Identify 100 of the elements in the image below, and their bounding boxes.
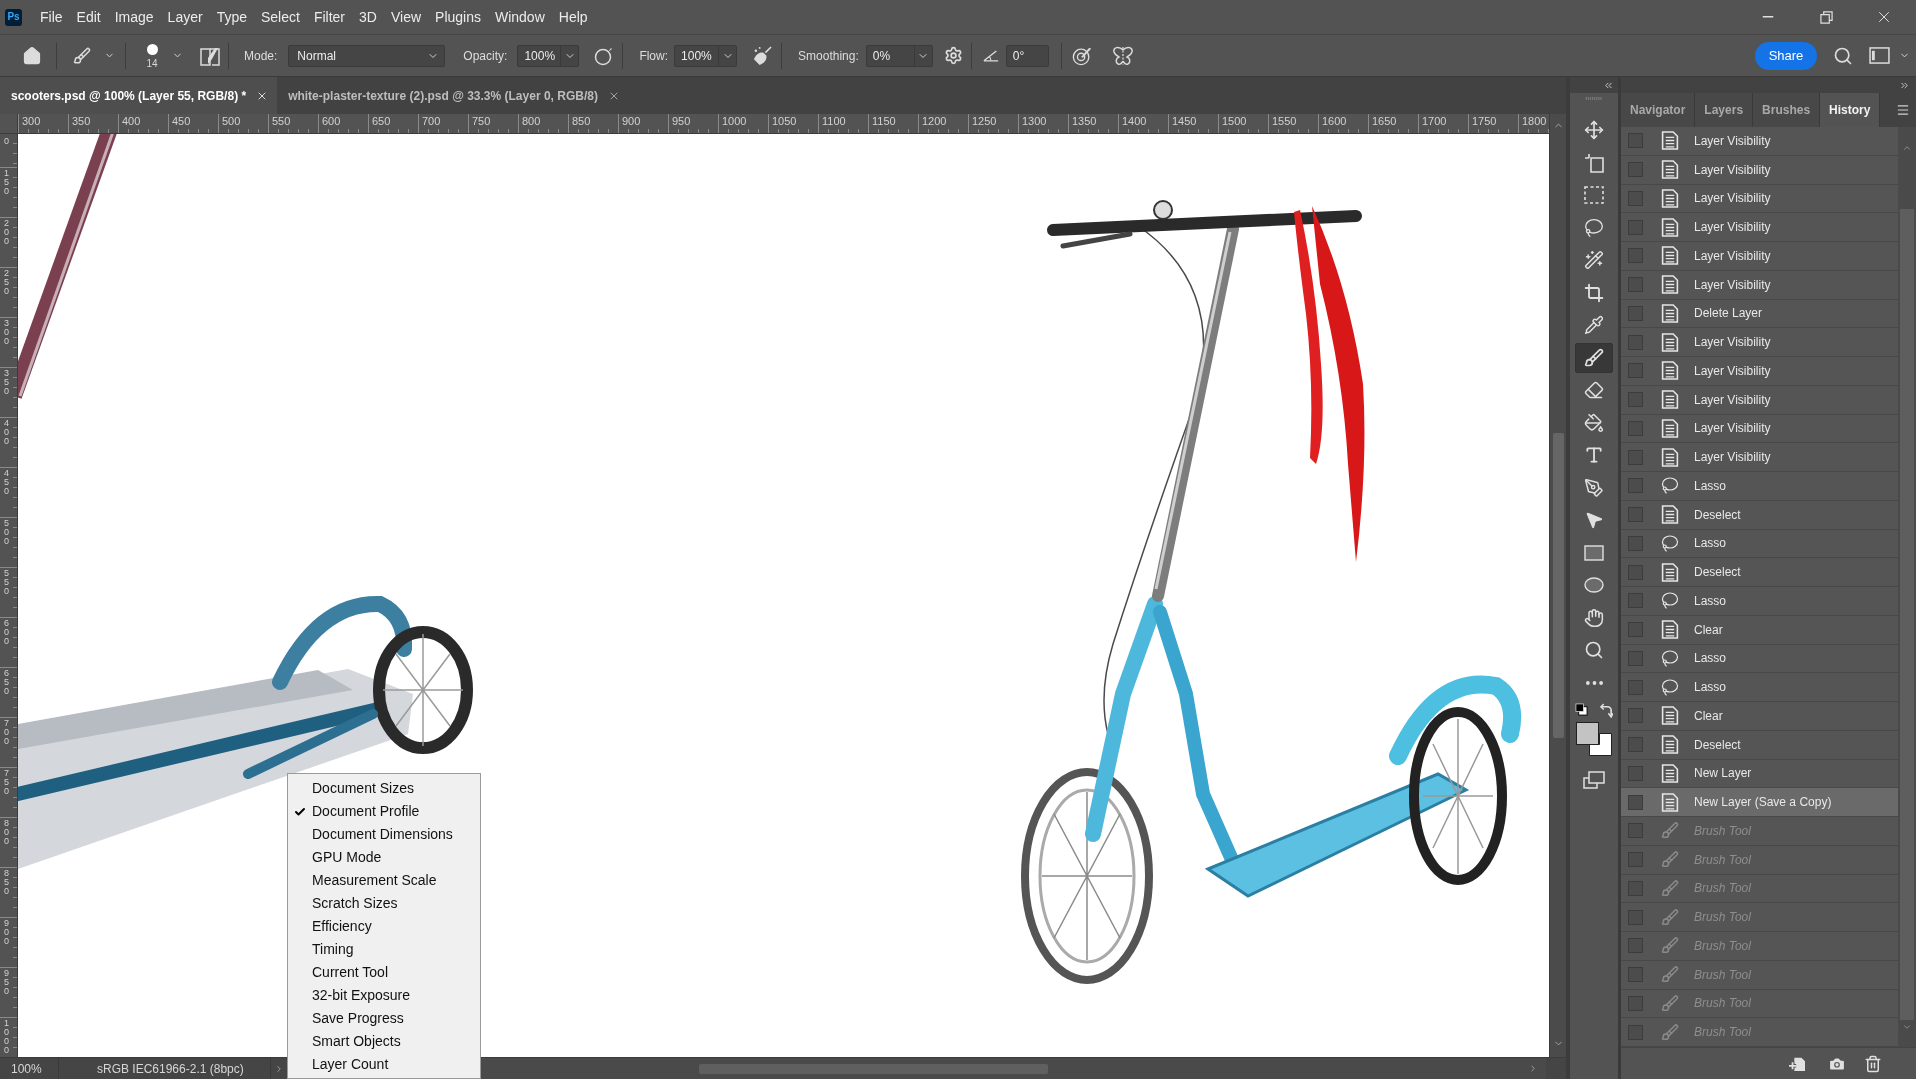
ruler-label: 1050 — [772, 115, 797, 128]
panel-tab[interactable]: Navigator — [1621, 93, 1696, 127]
settings-icon[interactable] — [943, 46, 963, 65]
menu-item[interactable]: Scratch Sizes — [288, 892, 480, 915]
ruler-label: 800 — [522, 115, 541, 128]
scrollbar-thumb[interactable] — [1552, 433, 1564, 738]
lasso-icon — [1661, 533, 1679, 553]
document-icon — [1661, 303, 1679, 323]
menu-item[interactable]: View — [383, 3, 429, 31]
menu-item[interactable]: Document Profile — [288, 800, 480, 823]
ruler-label: 850 — [4, 869, 9, 896]
mode-dropdown[interactable]: Normal — [288, 44, 446, 67]
menu-item[interactable]: File — [33, 3, 70, 31]
pressure-size-icon[interactable] — [1071, 45, 1092, 66]
airbrush-icon[interactable] — [752, 46, 774, 65]
workspace-icon[interactable] — [1869, 47, 1890, 64]
search-icon[interactable] — [1833, 45, 1853, 66]
ruler-label: 1450 — [1172, 115, 1197, 128]
document-icon — [1661, 246, 1679, 266]
menu-item[interactable]: Document Dimensions — [288, 823, 480, 846]
history-label: Layer Visibility — [1694, 161, 1771, 179]
menu-item[interactable]: Save Progress — [288, 1007, 480, 1030]
angle-field[interactable]: 0° — [1005, 44, 1049, 67]
swap-colors-icon[interactable] — [1600, 703, 1613, 718]
new-document-icon[interactable] — [1788, 1055, 1806, 1072]
background-color-swatch[interactable] — [1589, 733, 1612, 756]
menu-item[interactable]: Measurement Scale — [288, 869, 480, 892]
home-icon[interactable] — [22, 45, 42, 66]
ruler-label: 750 — [4, 769, 9, 796]
menu-item[interactable]: 32-bit Exposure — [288, 984, 480, 1007]
scroll-up-icon[interactable] — [1552, 120, 1564, 131]
menu-item[interactable]: Layer — [160, 3, 210, 31]
move-arrows-icon — [1584, 120, 1604, 141]
ellipsis-icon — [1585, 680, 1603, 685]
brush-icon — [1661, 850, 1679, 870]
smoothing-field[interactable]: 0% — [865, 44, 933, 67]
panel-tab[interactable]: Layers — [1695, 93, 1754, 127]
brush-icon — [1661, 1022, 1679, 1042]
ruler-label: 450 — [172, 115, 191, 128]
panel-tab[interactable]: Brushes — [1753, 93, 1821, 127]
menu-item[interactable]: Layer Count — [288, 1053, 480, 1076]
brush-tip-icon[interactable] — [146, 43, 158, 55]
menu-item[interactable]: Edit — [69, 3, 108, 31]
history-label: Layer Visibility — [1694, 219, 1771, 237]
tool-button[interactable] — [1575, 342, 1613, 373]
opacity-field[interactable]: 100% — [517, 44, 580, 67]
pressure-opacity-icon[interactable] — [594, 45, 615, 66]
menu-item[interactable]: 3D — [352, 3, 384, 31]
document-tab[interactable]: scooters.psd @ 100% (Layer 55, RGB/8) * — [0, 77, 278, 114]
menu-item[interactable]: Smart Objects — [288, 1030, 480, 1053]
history-label: Layer Visibility — [1694, 391, 1771, 409]
default-colors-icon[interactable] — [1575, 703, 1588, 716]
menu-item[interactable]: Type — [209, 3, 254, 31]
menu-item[interactable]: Select — [254, 3, 307, 31]
ruler-label: 1200 — [922, 115, 947, 128]
scroll-down-icon[interactable] — [1902, 1022, 1912, 1032]
snapshot-source-box[interactable] — [1628, 794, 1643, 810]
ruler-label: 950 — [4, 969, 9, 996]
scroll-up-icon[interactable] — [1902, 143, 1912, 153]
ruler-label: 1150 — [872, 115, 896, 128]
flow-field[interactable]: 100% — [674, 44, 738, 67]
app-logo: Ps — [5, 8, 22, 26]
search-icon — [1584, 640, 1604, 661]
ruler-label: 1000 — [722, 115, 747, 128]
foreground-color-swatch[interactable] — [1576, 722, 1599, 745]
brush-settings-icon[interactable] — [200, 45, 220, 66]
share-button[interactable]: Share — [1755, 41, 1817, 70]
trash-icon[interactable] — [1864, 1054, 1882, 1073]
ruler-label: 900 — [622, 115, 641, 128]
ellipse-icon — [1584, 575, 1604, 596]
history-label: Lasso — [1694, 535, 1727, 553]
history-label: Layer Visibility — [1694, 132, 1771, 150]
menu-item[interactable]: GPU Mode — [288, 846, 480, 869]
ruler-label: 1250 — [972, 115, 997, 128]
panel-tab[interactable]: History — [1820, 93, 1881, 127]
history-label: Deselect — [1694, 564, 1741, 582]
document-icon — [1661, 160, 1679, 180]
menu-item[interactable]: Current Tool — [288, 961, 480, 984]
menu-item[interactable]: Filter — [306, 3, 353, 31]
menu-icon[interactable] — [1896, 103, 1910, 117]
butterfly-icon[interactable] — [1111, 45, 1134, 66]
ruler-label: 1800 — [1522, 115, 1547, 128]
menu-item[interactable]: Plugins — [428, 3, 488, 31]
menu-item[interactable]: Timing — [288, 938, 480, 961]
menu-item[interactable]: Image — [107, 3, 161, 31]
menu-item[interactable]: Window — [487, 3, 552, 31]
ruler-label: 0 — [4, 137, 9, 146]
scroll-right-icon[interactable] — [1528, 1063, 1538, 1074]
history-item[interactable]: New Layer (Save a Copy) — [1621, 788, 1898, 817]
history-label: Brush Tool — [1694, 880, 1751, 898]
brush-icon[interactable] — [73, 46, 91, 65]
history-label: Layer Visibility — [1694, 334, 1771, 352]
dashed-rectangle-icon — [1584, 185, 1604, 206]
screen-mode-icon[interactable] — [1583, 771, 1605, 789]
menu-item[interactable]: Help — [551, 3, 595, 31]
menu-item[interactable]: Document Sizes — [288, 777, 480, 800]
history-label: Lasso — [1694, 679, 1727, 697]
lasso-icon — [1584, 217, 1604, 238]
ruler-label: 600 — [322, 115, 341, 128]
menu-item[interactable]: Efficiency — [288, 915, 480, 938]
